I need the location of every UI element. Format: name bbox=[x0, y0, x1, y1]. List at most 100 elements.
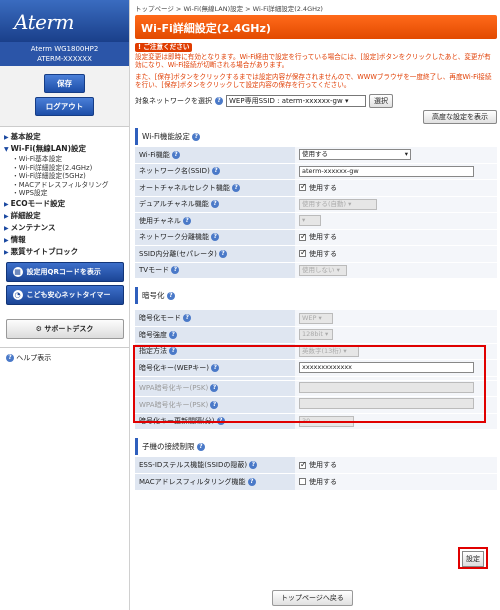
row-label: SSID内分離(セパレータ) ? bbox=[135, 245, 295, 263]
arrow-icon: ▼ bbox=[4, 146, 9, 153]
table-row: 暗号強度 ? 128bit ▾ bbox=[135, 326, 497, 344]
help-icon[interactable]: ? bbox=[210, 400, 219, 409]
help-toggle[interactable]: ? ヘルプ表示 bbox=[0, 346, 129, 368]
sidebar-nav: ▶ 基本設定 ▼ Wi-Fi(無線LAN)設定 ・Wi-Fi基本設定 ・Wi-Fi詳… bbox=[0, 127, 129, 258]
network-separation-checkbox[interactable] bbox=[299, 232, 307, 241]
dual-channel-select[interactable]: 使用する(自動) ▾ bbox=[299, 198, 377, 210]
key-method-select[interactable]: 英数字(13桁) ▾ bbox=[299, 345, 359, 357]
wpa-key-input-2[interactable] bbox=[299, 398, 474, 410]
nav-wifi-24[interactable]: ・Wi-Fi詳細設定(2.4GHz) bbox=[2, 164, 129, 173]
encryption-strength-select[interactable]: 128bit ▾ bbox=[299, 329, 333, 341]
wifi-function-section: Wi-Fi機能設定 ? Wi-Fi機能 ? 使用する ▾ ネットワーク名(SSID)… bbox=[135, 127, 497, 280]
nav-maintenance[interactable]: ▶ メンテナンス bbox=[2, 222, 129, 234]
nav-detail[interactable]: ▶ 詳細設定 bbox=[2, 210, 129, 222]
help-icon[interactable]: ? bbox=[210, 384, 219, 393]
help-icon[interactable]: ? bbox=[247, 477, 256, 486]
wpa-key-input[interactable] bbox=[299, 381, 474, 393]
nav-basic[interactable]: ▶ 基本設定 bbox=[2, 131, 129, 143]
qr-icon: ▦ bbox=[12, 266, 23, 277]
ssid-input[interactable]: aterm-xxxxxx-gw bbox=[299, 165, 474, 177]
help-icon[interactable]: ? bbox=[219, 249, 228, 258]
advanced-area: 高度な設定を表示 bbox=[135, 109, 497, 124]
select-button[interactable]: 選択 bbox=[369, 93, 393, 108]
help-icon[interactable]: ? bbox=[171, 266, 180, 275]
back-to-top-button[interactable]: トップページへ戻る bbox=[272, 590, 353, 606]
network-select[interactable]: WEP専用SSID : aterm-xxxxxx-gw ▾ bbox=[226, 94, 366, 107]
key-interval-input[interactable]: 30 bbox=[299, 415, 354, 427]
ssid-separator-checkbox[interactable] bbox=[299, 248, 307, 258]
nav-wifi-5[interactable]: ・Wi-Fi詳細設定(5GHz) bbox=[2, 172, 129, 181]
save-button[interactable]: 保存 bbox=[44, 74, 85, 93]
help-icon[interactable]: ? bbox=[166, 292, 175, 300]
nav-wps[interactable]: ・WPS設定 bbox=[2, 189, 129, 198]
help-icon[interactable]: ? bbox=[183, 216, 192, 225]
show-advanced-button[interactable]: 高度な設定を表示 bbox=[423, 109, 497, 124]
kids-timer-button[interactable]: ◔ こども安心ネットタイマー bbox=[5, 284, 124, 305]
table-row: TVモード ? 使用しない ▾ bbox=[135, 262, 497, 279]
qr-code-button[interactable]: ▦ 設定用QRコードを表示 bbox=[5, 261, 124, 282]
row-label: WPA暗号化キー(PSK) ? bbox=[135, 396, 295, 414]
help-icon[interactable]: ? bbox=[212, 167, 221, 176]
notice-text-2: また、[保存]ボタンをクリックするまでは設定内容が保存されませんので、WWWブラ… bbox=[135, 72, 492, 90]
connection-limit-table: ESS-IDステルス機能(SSIDの隠蔽) ?使用する MACアドレスフィルタリ… bbox=[135, 457, 497, 491]
help-icon[interactable]: ? bbox=[215, 96, 223, 105]
tv-mode-select[interactable]: 使用しない ▾ bbox=[299, 264, 347, 276]
table-row: WPA暗号化キー(PSK) ? bbox=[135, 380, 497, 397]
table-row: 暗号化キー更新間隔(分) ? 30 bbox=[135, 413, 497, 430]
device-name: ATERM-XXXXXX bbox=[37, 55, 92, 63]
aterm-logo: Aterm bbox=[0, 0, 129, 42]
table-row: 指定方法 ? 英数字(13桁) ▾ bbox=[135, 343, 497, 360]
notice-text-1: 設定変更は即時に有効となります。Wi-Fi経由で設定を行っている場合には、[設定… bbox=[135, 52, 491, 70]
target-label: 対象ネットワークを選択 bbox=[135, 96, 212, 105]
arrow-icon: ▶ bbox=[4, 212, 9, 220]
arrow-icon: ▶ bbox=[4, 134, 9, 141]
help-icon[interactable]: ? bbox=[232, 183, 241, 192]
help-icon[interactable]: ? bbox=[211, 233, 220, 242]
wifi-function-select[interactable]: 使用する ▾ bbox=[299, 149, 411, 160]
help-icon[interactable]: ? bbox=[196, 443, 205, 451]
nav-block[interactable]: ▶ 悪質サイトブロック bbox=[2, 246, 129, 258]
row-label: TVモード ? bbox=[135, 262, 295, 279]
row-label: 暗号化キー更新間隔(分) ? bbox=[135, 413, 295, 430]
row-label: WPA暗号化キー(PSK) ? bbox=[135, 380, 295, 397]
sidebar: Aterm Aterm WG1800HP2 ATERM-XXXXXX 保存 ログ… bbox=[0, 0, 130, 610]
help-icon[interactable]: ? bbox=[171, 150, 180, 159]
timer-icon: ◔ bbox=[12, 289, 23, 300]
help-icon[interactable]: ? bbox=[216, 417, 225, 426]
section-header: 暗号化 ? bbox=[135, 287, 497, 304]
help-icon[interactable]: ? bbox=[211, 363, 220, 372]
row-label: ネットワーク名(SSID) ? bbox=[135, 163, 295, 180]
stealth-checkbox[interactable] bbox=[299, 460, 307, 469]
help-icon[interactable]: ? bbox=[169, 330, 178, 339]
nav-wifi[interactable]: ▼ Wi-Fi(無線LAN)設定 bbox=[2, 143, 129, 155]
channel-select[interactable]: ▾ bbox=[299, 215, 321, 227]
encryption-mode-select[interactable]: WEP ▾ bbox=[299, 312, 333, 324]
help-icon[interactable]: ? bbox=[192, 132, 201, 141]
row-value bbox=[295, 396, 497, 414]
row-value: 128bit ▾ bbox=[295, 326, 497, 344]
wep-key-input[interactable]: xxxxxxxxxxxxx bbox=[299, 362, 474, 374]
help-icon[interactable]: ? bbox=[249, 461, 258, 469]
set-button[interactable]: 設定 bbox=[462, 551, 484, 567]
help-icon[interactable]: ? bbox=[169, 347, 178, 356]
mac-filter-checkbox[interactable] bbox=[299, 478, 306, 486]
nav-info[interactable]: ▶ 情報 bbox=[2, 234, 129, 246]
support-desk-button[interactable]: ⚙ サポートデスク bbox=[5, 318, 124, 339]
table-row: 暗号化モード ? WEP ▾ bbox=[135, 310, 497, 327]
nav-mac-filter[interactable]: ・MACアドレスフィルタリング bbox=[2, 181, 129, 190]
help-icon[interactable]: ? bbox=[210, 200, 219, 209]
row-value: 30 bbox=[295, 413, 497, 430]
help-icon[interactable]: ? bbox=[183, 314, 192, 322]
nav-wifi-basic[interactable]: ・Wi-Fi基本設定 bbox=[2, 155, 129, 164]
row-value: 使用する bbox=[295, 179, 497, 197]
nav-eco[interactable]: ▶ ECOモード設定 bbox=[2, 198, 129, 210]
auto-channel-checkbox[interactable] bbox=[299, 182, 307, 192]
target-network: 対象ネットワークを選択 ? WEP専用SSID : aterm-xxxxxx-g… bbox=[135, 93, 497, 108]
model-name: Aterm WG1800HP2 bbox=[30, 45, 99, 53]
row-value: xxxxxxxxxxxxx bbox=[295, 359, 497, 377]
row-label: オートチャネルセレクト機能 ? bbox=[135, 179, 295, 197]
logout-button[interactable]: ログアウト bbox=[34, 97, 95, 116]
help-icon: ? bbox=[6, 353, 14, 362]
row-label: 指定方法 ? bbox=[135, 343, 295, 360]
row-value: 使用する ▾ bbox=[295, 146, 497, 164]
